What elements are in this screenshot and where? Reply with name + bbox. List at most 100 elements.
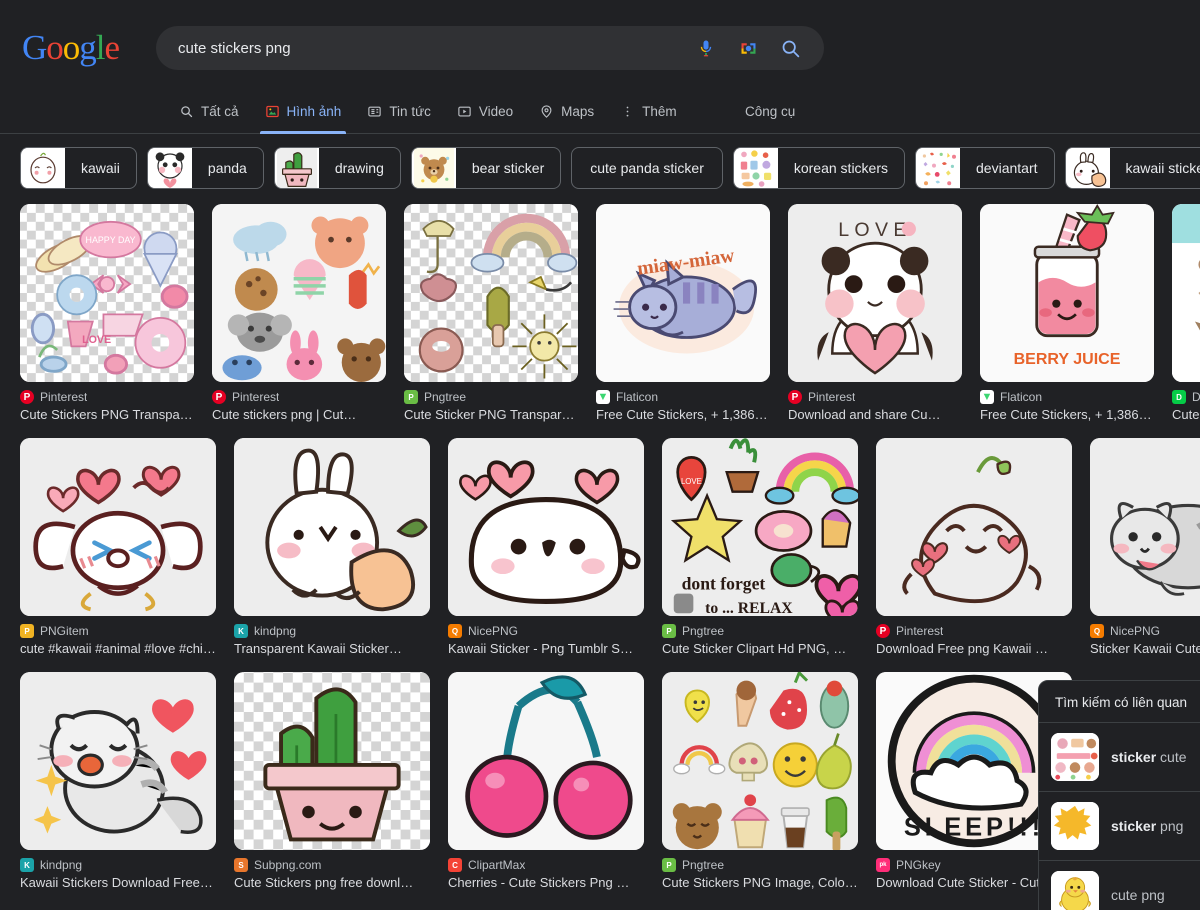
tools-button[interactable]: Công cụ (745, 104, 795, 119)
result-title[interactable]: Cherries - Cute Stickers Png … (448, 875, 644, 890)
result-source: Pinterest (808, 390, 856, 404)
image-result-card[interactable]: S Subpng.com Cute Stickers png free downl… (234, 672, 430, 890)
chip-label: deviantart (976, 160, 1038, 176)
related-search-item[interactable]: sticker png (1039, 792, 1200, 861)
result-title[interactable]: Cute stickers png | Cut… (212, 407, 386, 422)
result-source: Subpng.com (254, 858, 322, 872)
search-bar[interactable] (156, 26, 824, 70)
image-result-card[interactable]: P Pinterest Cute stickers png | Cut… (212, 204, 386, 422)
video-icon (457, 104, 472, 119)
tab-video[interactable]: Video (444, 90, 526, 134)
chip-label: korean stickers (793, 160, 889, 176)
result-thumbnail[interactable] (404, 204, 578, 382)
result-title[interactable]: Free Cute Stickers, + 1,386 sti… (596, 407, 770, 422)
image-result-card[interactable]: P Pinterest Download Free png Kawaii … (876, 438, 1072, 656)
google-logo[interactable]: Google (22, 30, 120, 65)
result-title[interactable]: Kawaii Sticker - Png Tumblr S… (448, 641, 644, 656)
image-result-card[interactable]: LOVE dont forget to ... RELAX P Pngtree Cute … (662, 438, 858, 656)
filter-chip-bear-sticker[interactable]: bear sticker (410, 147, 562, 189)
filter-chip-drawing[interactable]: drawing (273, 147, 401, 189)
result-title[interactable]: Kawaii Stickers Download Free Clip… (20, 875, 216, 890)
result-thumbnail[interactable]: BERRY JUICE (980, 204, 1154, 382)
related-thumbnail-sticker-sheet-mini (1051, 733, 1099, 781)
microphone-icon[interactable] (694, 36, 718, 60)
tab-thêm[interactable]: Thêm (607, 90, 690, 134)
result-title[interactable]: Cute Stickers ( ^ (1172, 407, 1200, 422)
result-thumbnail[interactable]: HAPPY DAY LOVE (20, 204, 194, 382)
result-source-row: P Pngtree (662, 624, 858, 638)
result-thumbnail[interactable] (448, 672, 644, 850)
image-result-card[interactable]: Kkindpng Transparent Kawaii Sticker… (234, 438, 430, 656)
result-thumbnail[interactable] (234, 438, 430, 616)
favicon-nicepng: Q (448, 624, 462, 638)
result-thumbnail[interactable] (1090, 438, 1200, 616)
result-title[interactable]: Cute Stickers PNG Transpare… (20, 407, 194, 422)
svg-text:HAPPY DAY: HAPPY DAY (86, 235, 136, 245)
result-thumbnail[interactable] (20, 672, 216, 850)
filter-chip-kawaii[interactable]: kawaii (20, 147, 137, 189)
result-thumbnail[interactable]: cute Stickers (1172, 204, 1200, 382)
image-result-card[interactable]: P PNGitem cute #kawaii #animal #love #chib… (20, 438, 216, 656)
result-thumbnail[interactable] (212, 204, 386, 382)
result-thumbnail[interactable] (876, 438, 1072, 616)
image-result-card[interactable]: cute Stickers D DeviantArt Cute Stickers ( … (1172, 204, 1200, 422)
result-title[interactable]: Download and share Cu… (788, 407, 962, 422)
image-result-card[interactable]: P Pngtree Cute Sticker PNG Transparen… (404, 204, 578, 422)
tab-tin-tức[interactable]: Tin tức (354, 90, 444, 134)
filter-chip-cute-panda-sticker[interactable]: cute panda sticker (571, 147, 723, 189)
result-title[interactable]: Sticker Kawaii Cute Pink Soft C… (1090, 641, 1200, 656)
result-title[interactable]: Cute Stickers PNG Image, Color … (662, 875, 858, 890)
image-result-card[interactable]: HAPPY DAY LOVE P Pinterest Cute Stickers PNG… (20, 204, 194, 422)
result-source: PNGitem (40, 624, 89, 638)
result-title[interactable]: Cute Sticker PNG Transparen… (404, 407, 578, 422)
result-title[interactable]: Download Free png Kawaii … (876, 641, 1072, 656)
result-thumbnail[interactable] (20, 438, 216, 616)
search-input[interactable] (156, 39, 694, 57)
image-result-card[interactable]: Kkindpng Kawaii Stickers Download Free Cl… (20, 672, 216, 890)
search-submit-icon[interactable] (778, 36, 802, 60)
result-thumbnail[interactable]: miaw-miaw (596, 204, 770, 382)
result-source: kindpng (40, 858, 83, 872)
filter-chip-panda[interactable]: panda (146, 147, 264, 189)
result-title[interactable]: Transparent Kawaii Sticker… (234, 641, 430, 656)
result-title[interactable]: cute #kawaii #animal #love #chibi #a… (20, 641, 216, 656)
image-result-card[interactable]: LOVE P Pinterest Download and share Cu… (788, 204, 962, 422)
svg-text:to ... RELAX: to ... RELAX (705, 600, 793, 616)
result-title[interactable]: Cute Stickers png free downl… (234, 875, 430, 890)
favicon-pngitem: P (20, 624, 34, 638)
results-row-3: Kkindpng Kawaii Stickers Download Free Cl… (0, 672, 1200, 890)
filter-chip-deviantart[interactable]: deviantart (915, 147, 1055, 189)
more-vertical-icon (620, 104, 635, 119)
result-title[interactable]: Cute Sticker Clipart Hd PNG, … (662, 641, 858, 656)
result-title[interactable]: Free Cute Stickers, + 1,386 s… (980, 407, 1154, 422)
tab-label: Thêm (642, 104, 677, 119)
tab-hình-ảnh[interactable]: Hình ảnh (252, 90, 355, 134)
image-result-card[interactable]: miaw-miaw ▼ Flaticon Free Cute Stickers, + … (596, 204, 770, 422)
result-thumbnail[interactable]: LOVE dont forget to ... RELAX (662, 438, 858, 616)
chip-thumbnail-confetti (916, 148, 961, 188)
tab-tất-cả[interactable]: Tất cả (166, 90, 252, 134)
map-pin-icon (539, 104, 554, 119)
image-result-card[interactable]: C ClipartMax Cherries - Cute Stickers Png … (448, 672, 644, 890)
google-lens-icon[interactable] (736, 36, 760, 60)
result-source: Pngtree (682, 624, 725, 638)
tab-label: Tin tức (389, 104, 431, 119)
filter-chip-kawaii-stickers[interactable]: kawaii stickers (1064, 147, 1200, 189)
image-result-card[interactable]: BERRY JUICE ▼ Flaticon Free Cute Stickers, … (980, 204, 1154, 422)
favicon-subpng: S (234, 858, 248, 872)
result-thumbnail[interactable] (662, 672, 858, 850)
tab-label: Maps (561, 104, 595, 119)
image-result-card[interactable]: P Pngtree Cute Stickers PNG Image, Color … (662, 672, 858, 890)
result-thumbnail[interactable] (234, 672, 430, 850)
results-row-2: P PNGitem cute #kawaii #animal #love #chib… (0, 438, 1200, 656)
result-source-row: P PNGitem (20, 624, 216, 638)
image-result-card[interactable]: Q NicePNG Kawaii Sticker - Png Tumblr S… (448, 438, 644, 656)
result-thumbnail[interactable] (448, 438, 644, 616)
filter-chip-korean-stickers[interactable]: korean stickers (732, 147, 906, 189)
related-search-item[interactable]: cute png (1039, 861, 1200, 910)
tab-maps[interactable]: Maps (526, 90, 607, 134)
related-search-item[interactable]: sticker cute (1039, 723, 1200, 792)
result-thumbnail[interactable]: LOVE (788, 204, 962, 382)
results-row-1: HAPPY DAY LOVE P Pinterest Cute Stickers PNG… (0, 204, 1200, 422)
image-result-card[interactable]: Q NicePNG Sticker Kawaii Cute Pink Soft C… (1090, 438, 1200, 656)
